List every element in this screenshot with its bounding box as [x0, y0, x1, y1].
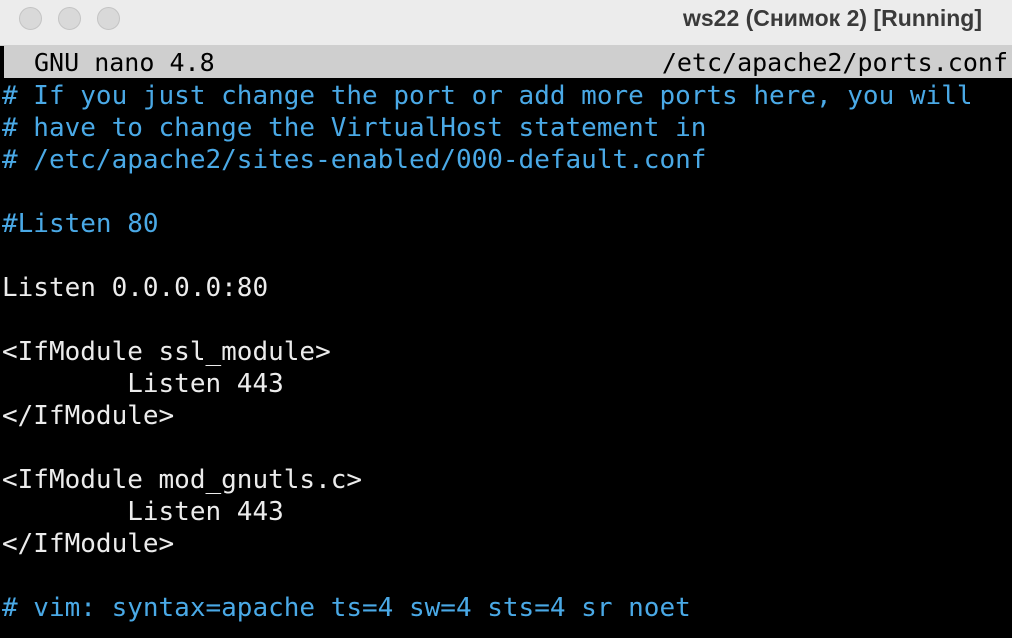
editor-line[interactable]: <IfModule mod_gnutls.c>	[2, 464, 362, 496]
vm-window: ws22 (Снимок 2) [Running] GNU nano 4.8 /…	[0, 0, 1012, 638]
close-icon[interactable]	[19, 7, 42, 30]
editor-line[interactable]: Listen 443	[2, 496, 284, 528]
editor-line[interactable]: </IfModule>	[2, 400, 174, 432]
editor-line[interactable]: # /etc/apache2/sites-enabled/000-default…	[2, 144, 706, 176]
editor-line[interactable]: # vim: syntax=apache ts=4 sw=4 sts=4 sr …	[2, 592, 691, 624]
editor-line[interactable]: # If you just change the port or add mor…	[2, 80, 973, 112]
editor-area[interactable]: # If you just change the port or add mor…	[0, 80, 1012, 638]
editor-line[interactable]: Listen 0.0.0.0:80	[2, 272, 268, 304]
editor-line[interactable]: #Listen 80	[2, 208, 159, 240]
nano-filename: /etc/apache2/ports.conf	[661, 48, 1008, 77]
minimize-icon[interactable]	[58, 7, 81, 30]
nano-version: GNU nano 4.8	[34, 48, 215, 77]
editor-line[interactable]: Listen 443	[2, 368, 284, 400]
editor-line[interactable]: </IfModule>	[2, 528, 174, 560]
editor-line[interactable]: # have to change the VirtualHost stateme…	[2, 112, 706, 144]
window-titlebar[interactable]: ws22 (Снимок 2) [Running]	[0, 0, 1012, 46]
window-title: ws22 (Снимок 2) [Running]	[682, 5, 982, 31]
editor-line[interactable]: <IfModule ssl_module>	[2, 336, 331, 368]
nano-header: GNU nano 4.8 /etc/apache2/ports.conf	[4, 46, 1012, 78]
zoom-icon[interactable]	[97, 7, 120, 30]
